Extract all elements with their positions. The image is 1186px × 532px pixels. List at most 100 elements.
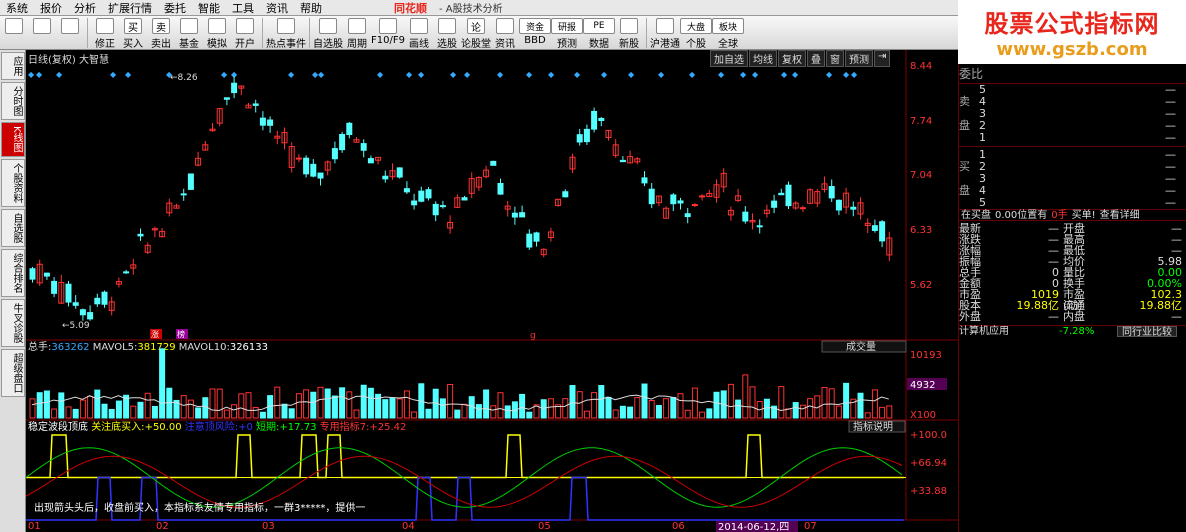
kline-chart-svg: 8.447.747.046.335.62◆ ◆ ◆ ◆ ◆ ◆ ◆ ◆ ◆ ◆ ◆ ◆ ◆ ◆ ◆ ◆ ◆ ◆ ◆ ◆… bbox=[26, 50, 958, 532]
chart-button-3[interactable]: 叠 bbox=[807, 50, 825, 67]
toolbar-button-6[interactable]: 基金 bbox=[175, 16, 203, 50]
menu-item-3[interactable]: 扩展行情 bbox=[102, 0, 158, 16]
sell-level-value: — bbox=[1165, 83, 1176, 96]
volume-bar bbox=[843, 382, 850, 419]
volume-bar bbox=[627, 406, 634, 419]
signal-diamond: ◆ bbox=[28, 70, 35, 79]
toolbar-button-8[interactable]: 开户 bbox=[231, 16, 259, 50]
toolbar-button-14[interactable]: 选股 bbox=[433, 16, 461, 50]
toolbar-button-20[interactable]: 新股 bbox=[615, 16, 643, 50]
toolbar-button-12[interactable]: F10/F9 bbox=[371, 16, 405, 50]
chart-button-4[interactable]: 窗 bbox=[826, 50, 844, 67]
left-tab-4[interactable]: 自选股 bbox=[1, 208, 25, 247]
left-tab-3[interactable]: 个股资料 bbox=[1, 158, 25, 207]
menu-item-8[interactable]: 帮助 bbox=[294, 0, 328, 16]
volume-bar bbox=[857, 392, 864, 419]
menu-item-2[interactable]: 分析 bbox=[68, 0, 102, 16]
grid-icon bbox=[5, 18, 23, 34]
left-tab-0[interactable]: 应用 bbox=[1, 52, 25, 80]
toolbar-button-11[interactable]: 周期 bbox=[343, 16, 371, 50]
industry-row: 计算机应用 -7.28% 同行业比较 bbox=[959, 325, 1186, 338]
toolbar-button-4[interactable]: 买买入 bbox=[119, 16, 147, 50]
menu-item-5[interactable]: 智能 bbox=[192, 0, 226, 16]
volume-axis-label: X100 bbox=[910, 410, 936, 421]
sell-level-value: — bbox=[1165, 95, 1176, 108]
candle-body bbox=[267, 119, 274, 126]
toolbar-button-17[interactable]: 资金 BBD bbox=[518, 16, 551, 50]
toolbar-button-22[interactable]: 大盘 个股 bbox=[679, 16, 712, 50]
toolbar-button-1[interactable] bbox=[28, 16, 56, 50]
left-tab-2[interactable]: K线图 bbox=[1, 122, 25, 157]
sell-side-label bbox=[959, 132, 979, 144]
quote-panel: 委比 5— 卖 4—3— 盘 2—1— 1— 买 2—3— 盘 4—5— 在买盘 0.00位置有… bbox=[958, 64, 1186, 532]
toolbar-button-18[interactable]: 研报 预测 bbox=[550, 16, 583, 50]
left-tab-6[interactable]: 牛叉诊股 bbox=[1, 298, 25, 347]
toolbar-label-8: 开户 bbox=[235, 39, 255, 50]
candle-body bbox=[339, 133, 346, 151]
industry-name: 计算机应用 bbox=[959, 326, 1009, 337]
candle-body bbox=[583, 128, 590, 143]
menu-item-1[interactable]: 报价 bbox=[34, 0, 68, 16]
industry-compare-button[interactable]: 同行业比较 bbox=[1117, 326, 1177, 338]
sell-level-row: 卖 4— bbox=[959, 96, 1186, 108]
toolbar-button-21[interactable]: 沪港通 bbox=[650, 16, 680, 50]
left-tab-1[interactable]: 分时图 bbox=[1, 82, 25, 120]
toolbar-separator bbox=[87, 18, 88, 48]
chart-button-5[interactable]: 预测 bbox=[845, 50, 873, 67]
toolbar-button-16[interactable]: 资讯 bbox=[491, 16, 519, 50]
volume-axis-label: 10193 bbox=[910, 350, 942, 361]
candle-body bbox=[562, 191, 569, 198]
chart-button-0[interactable]: 加自选 bbox=[710, 50, 748, 67]
menu-item-7[interactable]: 资讯 bbox=[260, 0, 294, 16]
toolbar-button-3[interactable]: 修正 bbox=[91, 16, 119, 50]
signal-diamond: ◆ bbox=[601, 70, 608, 79]
buy-side-label bbox=[959, 197, 979, 209]
indicator-axis-label: +33.88 bbox=[910, 486, 947, 497]
chart-button-1[interactable]: 均线 bbox=[749, 50, 777, 67]
toolbar-button-19[interactable]: PE 数据 bbox=[582, 16, 615, 50]
toolbar-button-2[interactable] bbox=[56, 16, 84, 50]
signal-diamond: ◆ bbox=[851, 70, 858, 79]
buy-level-row: 5— bbox=[959, 197, 1186, 209]
candle-body bbox=[223, 97, 230, 100]
toolbar-button-7[interactable]: 模拟 bbox=[203, 16, 231, 50]
buy-level-row: 盘 4— bbox=[959, 185, 1186, 197]
chart-buttons: 加自选 均线 复权叠窗预测 ⇥ bbox=[710, 50, 891, 67]
news-icon bbox=[495, 18, 514, 34]
hk-icon bbox=[655, 18, 674, 34]
toolbar-label-16: 资讯 bbox=[494, 39, 515, 50]
menu-item-6[interactable]: 工具 bbox=[226, 0, 260, 16]
volume-axis-label: 4932 bbox=[910, 380, 935, 391]
volume-bar bbox=[792, 402, 799, 419]
menu-item-4[interactable]: 委托 bbox=[158, 0, 192, 16]
candle-body bbox=[771, 200, 778, 208]
candle-body bbox=[756, 225, 763, 228]
trade-bar-detail-link[interactable]: 查看详细 bbox=[1098, 210, 1142, 221]
forum-icon: 论 bbox=[466, 18, 485, 34]
toolbar-button-0[interactable] bbox=[0, 16, 28, 50]
indicator-axis-label: +66.94 bbox=[910, 458, 947, 469]
buy-level-row: 买 2— bbox=[959, 161, 1186, 173]
left-tab-5[interactable]: 综合排名 bbox=[1, 248, 25, 297]
volume-bar bbox=[655, 405, 662, 419]
candle-body bbox=[670, 194, 677, 205]
sell-level-row: 3— bbox=[959, 108, 1186, 120]
signal-diamond: ◆ bbox=[418, 70, 425, 79]
volume-bar bbox=[439, 398, 446, 419]
marker-g: g bbox=[530, 331, 536, 341]
toolbar-button-13[interactable]: 画线 bbox=[405, 16, 433, 50]
data-icon: PE bbox=[582, 18, 615, 34]
menu-item-0[interactable]: 系统 bbox=[0, 0, 34, 16]
left-tab-bar: 应用 分时图 K线图 个股资料 自选股 综合排名 牛叉诊股 超级盘口 bbox=[0, 50, 26, 532]
chart-button-6[interactable]: ⇥ bbox=[874, 50, 891, 67]
toolbar-button-5[interactable]: 卖卖出 bbox=[147, 16, 175, 50]
toolbar-button-10[interactable]: 自选股 bbox=[313, 16, 343, 50]
toolbar-button-23[interactable]: 板块 全球 bbox=[711, 16, 744, 50]
signal-diamond: ◆ bbox=[574, 70, 581, 79]
toolbar-button-9[interactable]: 热点事件 bbox=[266, 16, 306, 50]
left-tab-7[interactable]: 超级盘口 bbox=[1, 348, 25, 397]
toolbar-button-15[interactable]: 论论股堂 bbox=[461, 16, 491, 50]
chart-button-2[interactable]: 复权 bbox=[778, 50, 806, 67]
logo-line2: www.gszb.com bbox=[996, 39, 1148, 60]
candle-body bbox=[576, 134, 583, 143]
